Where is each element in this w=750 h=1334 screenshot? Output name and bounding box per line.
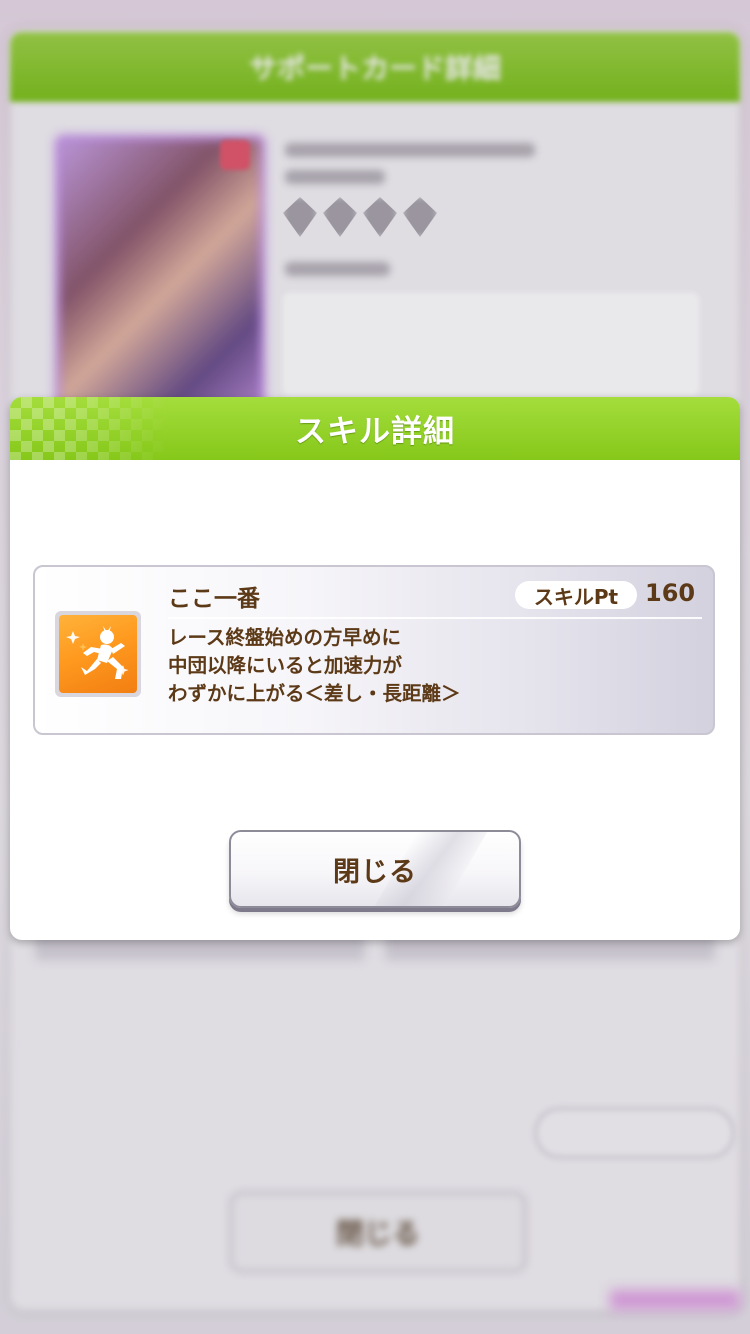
skill-pt-label: スキルPt: [533, 584, 619, 609]
skill-card: ここ一番 スキルPt 160 レース終盤始めの方早めに 中団以降にいると加速力が…: [33, 565, 715, 735]
running-figure-icon: [59, 615, 137, 693]
close-button-label: 閉じる: [333, 856, 417, 888]
skill-icon-frame: [55, 611, 141, 697]
dialog-title: スキル詳細: [295, 414, 455, 450]
header-pattern: [10, 397, 170, 460]
dialog-header: スキル詳細: [10, 397, 740, 460]
skill-detail-dialog: スキル詳細 ここ一番 スキルPt 160 レース終盤始めの方早めに 中団以降にい…: [10, 397, 740, 940]
skill-description-line: レース終盤始めの方早めに: [168, 626, 402, 649]
skill-name: ここ一番: [168, 586, 260, 612]
skill-description-line: 中団以降にいると加速力が: [168, 654, 403, 677]
skill-description: レース終盤始めの方早めに 中団以降にいると加速力が わずかに上がる＜差し・長距離…: [168, 624, 708, 708]
skill-pt-value: 160: [645, 579, 696, 607]
skill-pt-badge: スキルPt: [515, 581, 637, 609]
skill-divider: [168, 617, 702, 619]
close-button[interactable]: 閉じる: [229, 830, 521, 908]
skill-description-line: わずかに上がる＜差し・長距離＞: [168, 682, 461, 705]
